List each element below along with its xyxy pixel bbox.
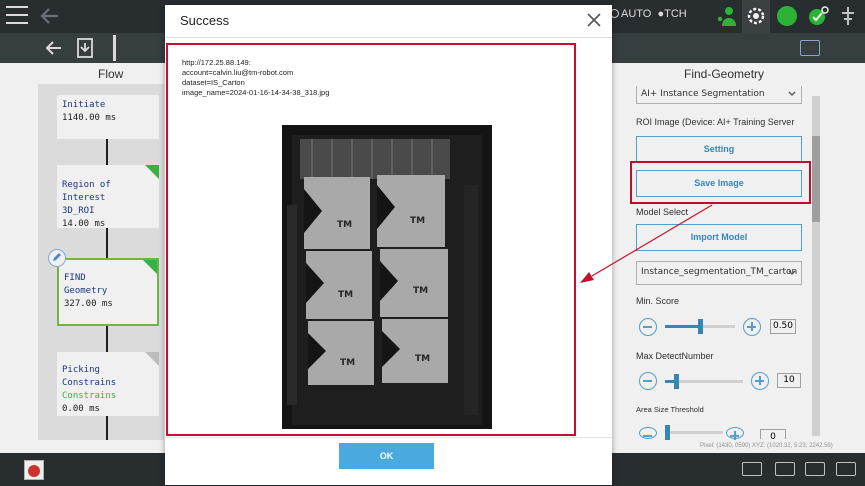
dialog-divider: [165, 37, 612, 38]
svg-text:TM: TM: [337, 220, 352, 230]
svg-text:TM: TM: [340, 358, 355, 368]
message-line: account=calvin.liu@tm-robot.com: [182, 68, 294, 77]
svg-text:TM: TM: [415, 354, 430, 364]
success-dialog: Success http://172.25.88.149: account=ca…: [165, 5, 612, 485]
close-icon[interactable]: [587, 13, 601, 27]
svg-text:TM: TM: [410, 216, 425, 226]
carton-photo: TM TM TM TM TM TM: [282, 125, 492, 429]
message-line: dataset=IS_Carton: [182, 78, 245, 87]
message-line: http://172.25.88.149:: [182, 58, 251, 67]
ok-button[interactable]: OK: [339, 443, 434, 469]
message-line: image_name=2024-01-16-14-34-38_318.jpg: [182, 88, 330, 97]
carton-image: TM TM TM TM TM TM: [282, 125, 492, 429]
dialog-title: Success: [180, 13, 230, 28]
svg-text:TM: TM: [338, 290, 353, 300]
svg-text:TM: TM: [413, 286, 428, 296]
dialog-message: http://172.25.88.149: account=calvin.liu…: [182, 58, 329, 98]
dialog-footer-divider: [165, 437, 612, 438]
